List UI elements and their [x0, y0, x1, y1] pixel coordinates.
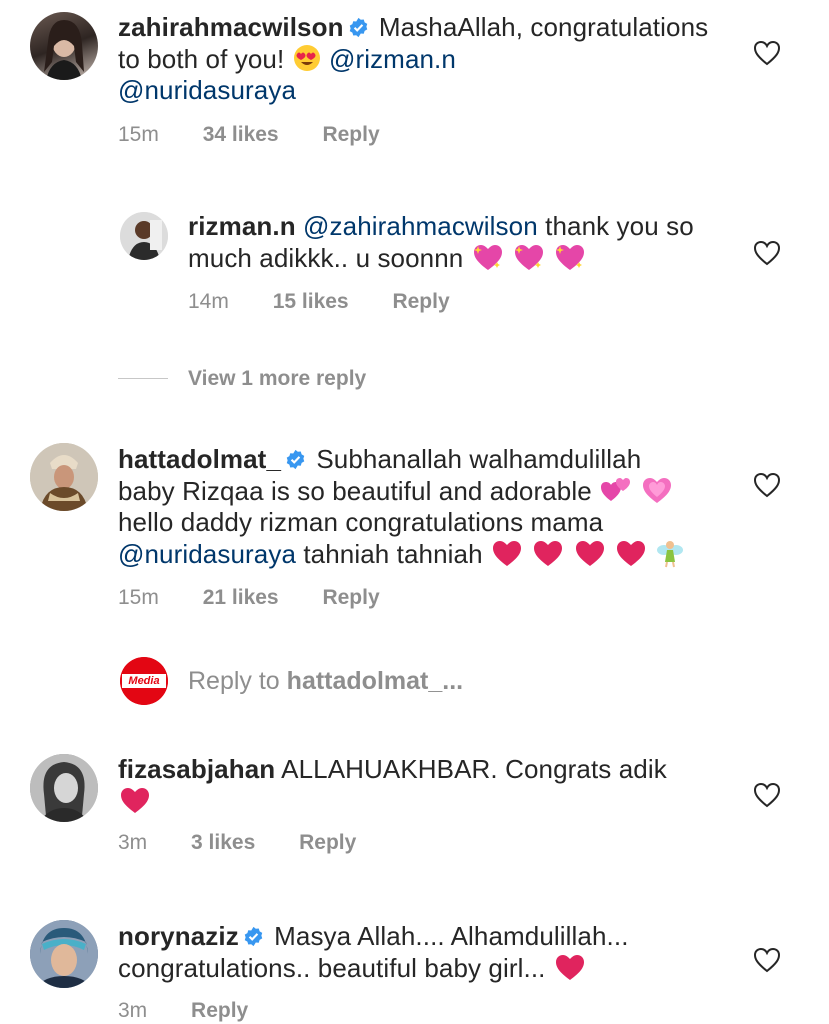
comment-meta: 3m Reply — [118, 999, 248, 1023]
heart-eyes-emoji-icon — [293, 45, 320, 71]
verified-badge-icon — [244, 926, 263, 947]
fairy-emoji-icon — [657, 541, 684, 568]
comment-body-line: hello daddy rizman congratulations mama — [118, 507, 604, 537]
reply-button[interactable]: Reply — [322, 586, 379, 610]
username[interactable]: zahirahmacwilson — [118, 12, 344, 42]
avatar[interactable] — [30, 12, 98, 80]
reply-to-prefix: Reply to — [188, 667, 280, 695]
sparkling-heart-emoji-icon — [473, 245, 502, 270]
likes-count[interactable]: 34 likes — [203, 123, 279, 147]
comment-text: hattadolmat_ Subhanallah walhamdulillah … — [118, 444, 728, 570]
avatar-image — [44, 20, 84, 80]
red-heart-emoji-icon — [121, 788, 149, 813]
verified-badge-icon — [349, 17, 367, 38]
timestamp: 3m — [118, 831, 148, 854]
like-heart-icon[interactable] — [753, 40, 781, 66]
timestamp: 15m — [118, 123, 159, 146]
comment-meta: 14m 15 likes Reply — [188, 290, 450, 314]
comment-body-line: Masya Allah.... Alhamdulillah... — [274, 921, 629, 951]
comment-text: fizasabjahan ALLAHUAKHBAR. Congrats adik — [118, 754, 728, 817]
reply-button[interactable]: Reply — [299, 831, 356, 855]
avatar-image — [30, 754, 98, 822]
comment-meta: 3m 3 likes Reply — [118, 831, 356, 855]
comment-text: rizman.n @zahirahmacwilson thank you so … — [188, 211, 728, 274]
mention-link[interactable]: @nuridasuraya — [118, 539, 296, 569]
verified-badge-icon — [286, 449, 305, 470]
reply-button[interactable]: Reply — [191, 999, 248, 1023]
like-heart-icon[interactable] — [753, 472, 781, 498]
comment-text: zahirahmacwilson MashaAllah, congratulat… — [118, 12, 728, 106]
comment-meta: 15m 34 likes Reply — [118, 123, 380, 147]
username[interactable]: rizman.n — [188, 211, 296, 241]
red-heart-emoji-icon — [555, 955, 584, 980]
comment-body-line: tahniah tahniah — [303, 539, 483, 569]
avatar-image — [30, 443, 98, 511]
comment-text: norynaziz Masya Allah.... Alhamdulillah.… — [118, 921, 728, 984]
mention-link[interactable]: @nuridasuraya — [118, 75, 296, 105]
timestamp: 3m — [118, 999, 148, 1022]
avatar[interactable] — [120, 212, 168, 260]
likes-count[interactable]: 3 likes — [191, 831, 255, 855]
media-logo-avatar: Media — [120, 657, 168, 705]
timestamp: 14m — [188, 290, 229, 313]
red-heart-emoji-icon — [616, 541, 645, 566]
like-heart-icon[interactable] — [753, 947, 781, 973]
avatar[interactable] — [30, 920, 98, 988]
likes-count[interactable]: 15 likes — [273, 290, 349, 314]
like-heart-icon[interactable] — [753, 240, 781, 266]
username[interactable]: fizasabjahan — [118, 754, 275, 784]
media-logo-text: Media — [128, 675, 160, 687]
likes-count[interactable]: 21 likes — [203, 586, 279, 610]
timestamp: 15m — [118, 586, 159, 609]
username[interactable]: hattadolmat_ — [118, 444, 281, 474]
two-hearts-emoji-icon — [601, 478, 631, 501]
red-heart-emoji-icon — [575, 541, 604, 566]
username[interactable]: norynaziz — [118, 921, 239, 951]
view-more-replies-button[interactable]: View 1 more reply — [188, 367, 366, 391]
mention-link[interactable]: @zahirahmacwilson — [303, 211, 538, 241]
mention-link[interactable]: @rizman.n — [329, 44, 456, 74]
reply-to-placeholder[interactable]: Reply to hattadolmat_... — [188, 667, 463, 696]
comment-body-line: congratulations.. beautiful baby girl... — [118, 953, 546, 983]
sparkling-heart-emoji-icon — [515, 245, 544, 270]
avatar[interactable] — [30, 754, 98, 822]
like-heart-icon[interactable] — [753, 782, 781, 808]
avatar[interactable] — [30, 443, 98, 511]
sparkling-heart-emoji-icon — [556, 245, 585, 270]
comment-body-line: baby Rizqaa is so beautiful and adorable — [118, 476, 592, 506]
red-heart-emoji-icon — [534, 541, 563, 566]
red-heart-emoji-icon — [493, 541, 521, 566]
reply-button[interactable]: Reply — [392, 290, 449, 314]
reply-button[interactable]: Reply — [322, 123, 379, 147]
growing-heart-emoji-icon — [643, 478, 672, 503]
comment-meta: 15m 21 likes Reply — [118, 586, 380, 610]
avatar-image — [30, 920, 98, 988]
reply-to-username: hattadolmat_... — [286, 667, 464, 695]
avatar-image — [120, 212, 168, 260]
thread-line — [118, 378, 168, 379]
comment-body-line: Subhanallah walhamdulillah — [316, 444, 642, 474]
comment-body: ALLAHUAKHBAR. Congrats adik — [281, 754, 667, 784]
